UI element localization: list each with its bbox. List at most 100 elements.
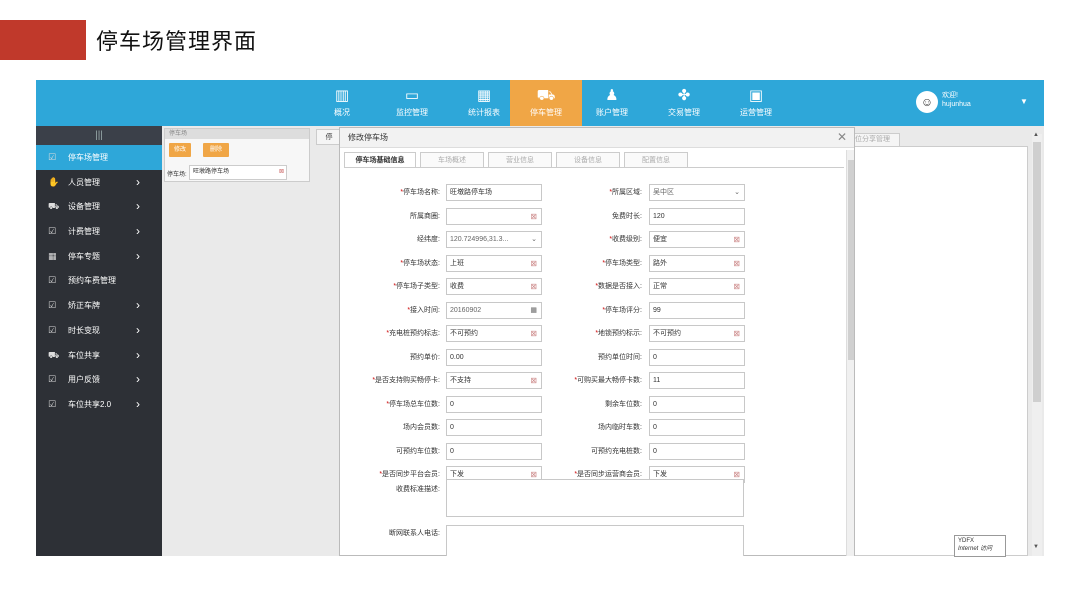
nav-document-6[interactable]: ▣ 运营管理 [727,80,785,126]
input-field[interactable]: 上班 ⊠ [446,254,542,272]
clear-icon[interactable]: ⊠ [733,279,740,294]
input-field[interactable]: 120 [649,207,745,225]
nav-calendar-2[interactable]: ▦ 统计报表 [455,80,513,126]
field-value: 0 [653,447,657,455]
contact-phone-textarea[interactable] [446,525,744,556]
user-avatar[interactable]: ☺ [916,91,938,113]
clear-icon[interactable]: ⊠ [733,256,740,271]
input-field[interactable]: 0 [649,395,745,413]
field-value: 下发 [450,471,464,478]
input-field[interactable]: 0.00 [446,348,542,366]
user-menu[interactable]: ☺ 欢迎! hujunhua ▼ [916,91,1028,113]
page-scrollbar[interactable]: ▲ ▼ [1032,132,1042,556]
nav-bar-chart-0[interactable]: ▥ 概况 [313,80,371,126]
dropdown-icon[interactable]: ▼ [1020,97,1028,106]
modal-tab-2[interactable]: 营业信息 [488,152,552,168]
clear-icon[interactable]: ⊠ [530,373,537,388]
scrollbar-thumb[interactable] [1033,142,1041,402]
input-field[interactable]: 0 [446,442,542,460]
select-field[interactable]: 吴中区 ⌄ [649,184,745,201]
sidebar-item-8[interactable]: ⛟ 车位共享 › [36,343,162,368]
fee-desc-label: 收费标准描述: [396,486,440,493]
handshake-icon: ✤ [677,87,691,104]
sidebar-item-3[interactable]: ☑ 计费管理 › [36,219,162,244]
field-label: *可购买最大畅停卡数: [542,375,642,385]
field-value: 不可预约 [653,330,681,337]
modal-tab-3[interactable]: 设备信息 [556,152,620,168]
calendar-icon[interactable]: ▦ [530,303,537,318]
sidebar-item-7[interactable]: ☑ 时长变现 › [36,318,162,343]
sidebar-item-label: 车位共享2.0 [68,399,112,409]
modal-scrollbar[interactable] [846,150,854,556]
chevron-right-icon: › [136,174,140,189]
input-field[interactable]: 11 [649,372,745,389]
edit-icon: ☑ [48,324,57,335]
label-text: 可预约充电桩数: [591,447,642,455]
input-field[interactable]: 0 [649,419,745,436]
tab-spot-sharing[interactable]: 位分享管理 [852,133,900,147]
welcome-text: 欢迎! [942,92,958,99]
sidebar-item-4[interactable]: ▦ 停车专题 › [36,244,162,269]
field-label: *数据是否接入: [542,281,642,291]
modal-tab-4[interactable]: 配置信息 [624,152,688,168]
input-field[interactable]: 99 [649,301,745,319]
sidebar-item-2[interactable]: ⛟ 设备管理 › [36,194,162,219]
field-value: 0 [450,424,454,431]
sidebar-collapse-handle[interactable]: ||| [36,126,162,145]
scroll-up-icon[interactable]: ▲ [1033,132,1039,138]
input-field[interactable]: 正常 ⊠ [649,278,745,295]
field-label: *地锁预约标示: [542,328,642,338]
clear-icon[interactable]: ⊠ [530,209,537,224]
fee-desc-textarea[interactable] [446,479,744,517]
input-field[interactable]: 便宜 ⊠ [649,231,745,248]
clear-icon[interactable]: ⊠ [530,256,537,271]
modify-button[interactable]: 修改 [169,143,191,157]
input-field[interactable]: 0 [649,442,745,460]
input-field[interactable]: 20160902 ▦ [446,301,542,319]
clear-icon[interactable]: ⊠ [279,168,284,175]
parking-lot-input[interactable]: 旺墩路停车场 [189,165,287,180]
input-field[interactable]: 不可预约 ⊠ [446,325,542,342]
nav-car-3[interactable]: ⛟ 停车管理 [510,80,582,126]
clear-icon[interactable]: ⊠ [530,279,537,294]
nav-label: 运营管理 [740,108,772,117]
modal-tab-1[interactable]: 车场概述 [420,152,484,168]
app-window: ☺ 欢迎! hujunhua ▼ ▥ 概况 ▭ 监控管理 ▦ 统计报表 ⛟ 停车管理 ♟ 账户管理… [36,80,1044,556]
sidebar-item-6[interactable]: ☑ 矫正车牌 › [36,293,162,318]
clear-icon[interactable]: ⊠ [733,232,740,247]
input-field[interactable]: 0 [446,419,542,436]
chevron-down-icon[interactable]: ⌄ [734,185,740,200]
chevron-right-icon: › [136,248,140,263]
sidebar-item-10[interactable]: ☑ 车位共享2.0 › [36,392,162,417]
select-field[interactable]: 120.724996,31.3... ⌄ [446,231,542,248]
modal-scrollbar-thumb[interactable] [848,160,854,360]
close-icon[interactable]: ✕ [837,130,847,144]
car-icon: ⛟ [48,201,60,212]
parking-lot-panel: 停车场 修改 删除 停车场: 旺墩路停车场 ⊠ [164,128,310,182]
sidebar-item-1[interactable]: ✋ 人员管理 › [36,170,162,195]
sidebar-item-5[interactable]: ☑ 预约车费管理 [36,268,162,293]
label-text: 场内会员数: [403,424,440,431]
sidebar-item-label: 人员管理 [68,177,100,187]
input-field[interactable]: 0 [649,348,745,366]
input-field[interactable]: 0 [446,395,542,413]
chevron-down-icon[interactable]: ⌄ [531,232,537,247]
nav-person-4[interactable]: ♟ 账户管理 [583,80,641,126]
input-field[interactable]: 不支持 ⊠ [446,372,542,389]
nav-handshake-5[interactable]: ✤ 交易管理 [655,80,713,126]
nav-monitor-1[interactable]: ▭ 监控管理 [383,80,441,126]
delete-button[interactable]: 删除 [203,143,229,157]
input-field[interactable]: ⊠ [446,207,542,225]
tooltip-subtitle: Internet 访问 [958,546,993,552]
sidebar-item-9[interactable]: ☑ 用户反馈 › [36,367,162,392]
label-text: 充电桩预约标志: [389,330,440,337]
sidebar-item-0[interactable]: ☑ 停车场管理 [36,145,162,170]
scroll-down-icon[interactable]: ▼ [1033,544,1039,550]
input-field[interactable]: 旺墩路停车场 [446,184,542,201]
clear-icon[interactable]: ⊠ [530,326,537,341]
clear-icon[interactable]: ⊠ [733,326,740,341]
input-field[interactable]: 路外 ⊠ [649,254,745,272]
input-field[interactable]: 收费 ⊠ [446,278,542,295]
input-field[interactable]: 不可预约 ⊠ [649,325,745,342]
modal-tab-0[interactable]: 停车场基础信息 [344,152,416,168]
